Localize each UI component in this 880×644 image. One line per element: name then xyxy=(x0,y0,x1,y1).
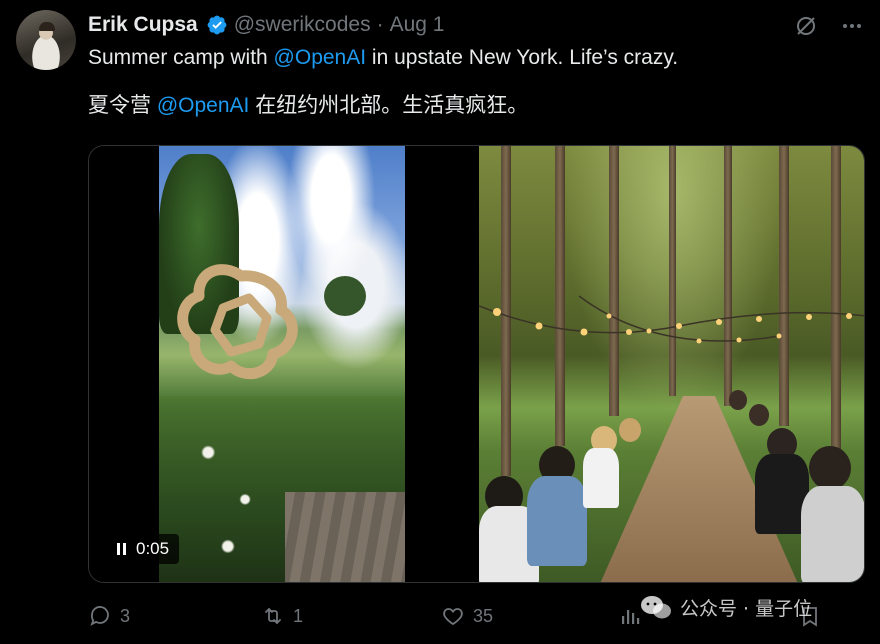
tweet-text-prefix-zh: 夏令营 xyxy=(88,94,157,117)
video-tree-small xyxy=(324,276,366,316)
like-button[interactable]: 35 xyxy=(441,600,493,632)
wechat-icon xyxy=(641,595,671,618)
media-grid: 0:05 xyxy=(88,145,865,583)
verified-badge-icon xyxy=(207,15,227,35)
guest-head xyxy=(729,390,747,410)
tweet-text-english: Summer camp with @OpenAI in upstate New … xyxy=(88,46,678,70)
avatar[interactable] xyxy=(16,10,76,70)
dinner-photo[interactable] xyxy=(479,146,864,582)
author-handle[interactable]: @swerikcodes xyxy=(234,13,371,37)
repost-count: 1 xyxy=(293,605,304,626)
guest-head xyxy=(809,446,851,490)
video-player[interactable]: 0:05 xyxy=(89,146,475,582)
watermark-text: 公众号 · 量子位 xyxy=(680,598,813,620)
pause-icon[interactable] xyxy=(117,543,126,555)
reply-count: 3 xyxy=(120,605,131,626)
tweet-text-suffix: in upstate New York. Life’s crazy. xyxy=(366,46,679,69)
tweet-date[interactable]: Aug 1 xyxy=(390,13,445,37)
guest-head xyxy=(749,404,769,426)
reply-button[interactable]: 3 xyxy=(88,600,130,632)
guest-body xyxy=(527,476,587,566)
views-chart-icon xyxy=(622,610,640,624)
mention-link[interactable]: @OpenAI xyxy=(274,46,367,69)
video-deck xyxy=(285,492,405,582)
wechat-watermark: 公众号 · 量子位 xyxy=(640,594,812,621)
tree-trunk xyxy=(724,146,732,406)
repost-icon xyxy=(265,608,281,624)
separator-dot: · xyxy=(376,13,384,36)
guest-body xyxy=(583,448,619,508)
tree-trunk xyxy=(609,146,619,416)
video-time: 0:05 xyxy=(136,539,170,558)
grok-icon[interactable] xyxy=(794,14,818,38)
like-count: 35 xyxy=(473,605,494,626)
repost-button[interactable]: 1 xyxy=(261,600,303,632)
tweet-text-suffix-zh: 在纽约州北部。生活真疯狂。 xyxy=(249,94,529,117)
reply-icon xyxy=(90,606,109,626)
more-options-icon[interactable] xyxy=(840,14,864,38)
video-timer[interactable]: 0:05 xyxy=(107,534,180,564)
heart-icon xyxy=(443,608,463,626)
tweet-header: Erik Cupsa @swerikcodes · Aug 1 xyxy=(88,12,444,38)
openai-logo-sculpture xyxy=(177,264,298,380)
mention-link-zh[interactable]: @OpenAI xyxy=(157,94,250,117)
author-name[interactable]: Erik Cupsa xyxy=(88,13,198,37)
video-frame[interactable] xyxy=(159,146,405,582)
tweet-text-prefix: Summer camp with xyxy=(88,46,274,69)
guest-head xyxy=(619,418,641,442)
tweet-top-actions xyxy=(794,14,864,38)
string-lights xyxy=(479,295,864,344)
guest-body xyxy=(801,486,864,582)
tweet-text-chinese: 夏令营 @OpenAI 在纽约州北部。生活真疯狂。 xyxy=(88,89,528,119)
